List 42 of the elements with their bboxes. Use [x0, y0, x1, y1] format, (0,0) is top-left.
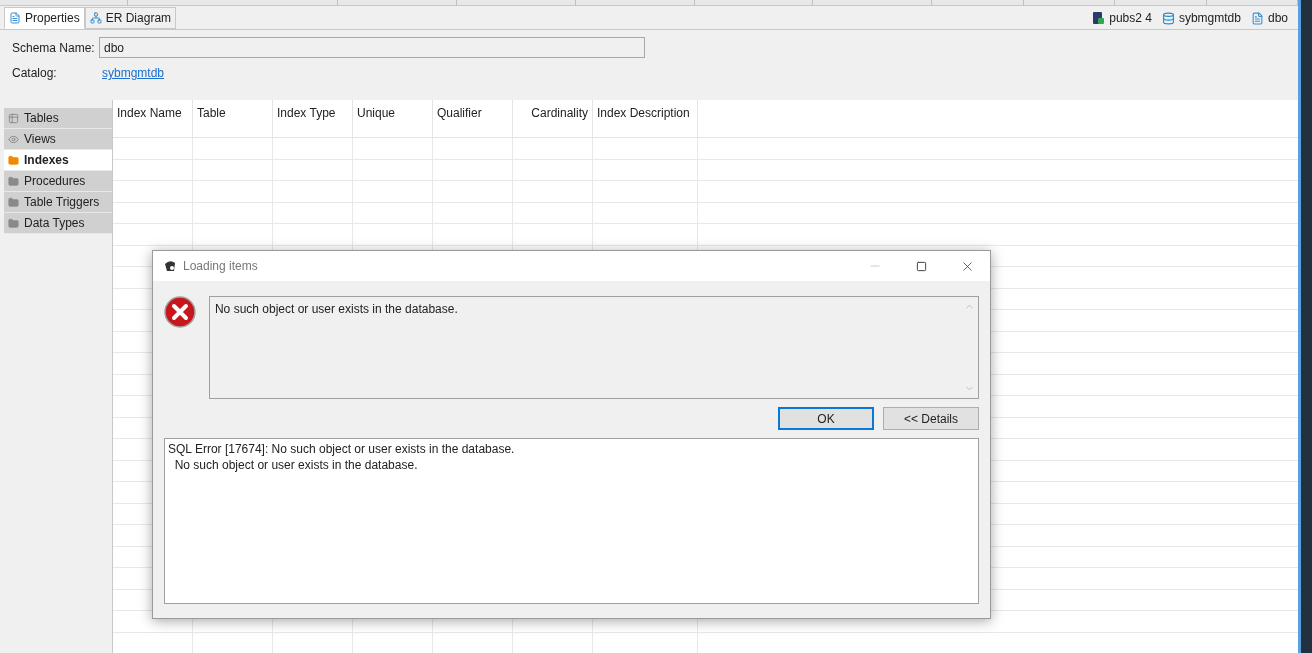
error-message: No such object or user exists in the database. — [213, 301, 459, 318]
breadcrumb-item[interactable]: sybmgmtdb — [1161, 9, 1241, 27]
column-header[interactable]: Unique — [357, 106, 396, 120]
folder-icon — [8, 217, 19, 229]
server-icon — [1092, 11, 1106, 25]
maximize-icon — [915, 260, 927, 272]
catalog-link[interactable]: sybmgmtdb — [102, 64, 165, 82]
sidebar-tab[interactable]: Tables — [4, 108, 112, 129]
sidebar-tab[interactable]: Views — [4, 129, 112, 150]
error-icon — [164, 296, 196, 328]
details-line: No such object or user exists in the database. — [173, 457, 419, 473]
column-header[interactable]: Index Description — [597, 106, 690, 120]
dialog-button[interactable]: << Details — [883, 407, 979, 430]
sidebar-tab[interactable]: Table Triggers — [4, 192, 112, 213]
field-label: Schema Name: — [12, 39, 96, 57]
breadcrumb-item[interactable]: pubs2 4 — [1092, 9, 1152, 27]
column-header[interactable]: Qualifier — [437, 106, 482, 120]
diagram-icon — [89, 12, 102, 24]
column-header[interactable]: Index Type — [277, 106, 336, 120]
dialog-title: Loading items — [183, 258, 258, 275]
sidebar-tab[interactable]: Procedures — [4, 171, 112, 192]
folder-icon — [8, 196, 19, 208]
eye-icon — [8, 133, 19, 145]
details-line: SQL Error [17674]: No such object or user exists in the database. — [168, 441, 516, 457]
app-icon — [163, 259, 177, 273]
sidebar-tab[interactable]: Indexes — [4, 150, 112, 171]
document-icon — [1250, 11, 1264, 25]
table-icon — [8, 112, 19, 124]
database-icon — [1161, 11, 1175, 25]
folder-icon — [8, 154, 19, 166]
editor-tab[interactable]: Properties — [4, 7, 85, 29]
schema-name-field[interactable]: dbo — [99, 37, 645, 58]
dialog-button[interactable]: OK — [778, 407, 874, 430]
column-header[interactable]: Table — [197, 106, 226, 120]
document-icon — [9, 12, 21, 24]
column-header[interactable]: Index Name — [117, 106, 182, 120]
field-label: Catalog: — [12, 65, 58, 82]
editor-tab[interactable]: ER Diagram — [84, 7, 177, 29]
breadcrumb-item[interactable]: dbo — [1250, 9, 1288, 27]
column-header[interactable]: Cardinality — [531, 106, 588, 120]
sidebar-tab[interactable]: Data Types — [4, 213, 112, 234]
folder-icon — [8, 175, 19, 187]
